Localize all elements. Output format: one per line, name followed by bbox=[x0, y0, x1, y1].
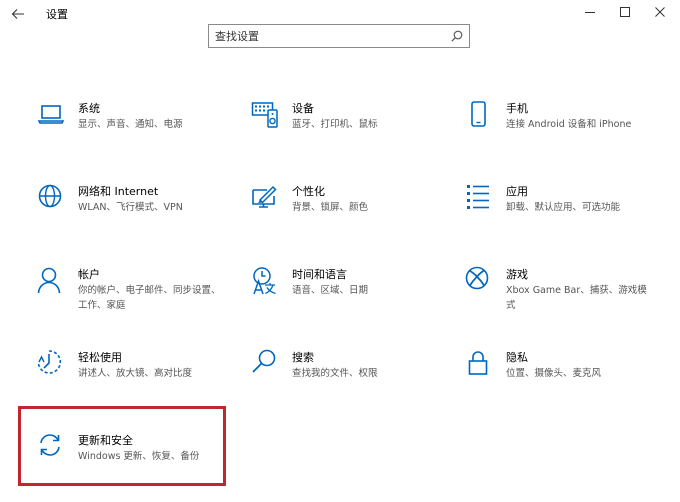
tile-title: 手机 bbox=[506, 102, 528, 115]
tile-search[interactable]: 搜索 查找我的文件、权限 bbox=[250, 349, 450, 419]
ease-of-access-icon bbox=[36, 349, 66, 379]
tile-network[interactable]: 网络和 Internet WLAN、飞行模式、VPN bbox=[36, 183, 236, 253]
tile-title: 系统 bbox=[78, 102, 100, 115]
tile-title: 隐私 bbox=[506, 351, 528, 364]
tile-desc: 讲述人、放大镜、高对比度 bbox=[78, 368, 193, 379]
close-icon bbox=[655, 7, 665, 17]
tile-desc: Xbox Game Bar、捕获、游戏模式 bbox=[506, 285, 647, 311]
time-language-icon bbox=[250, 266, 280, 296]
tile-title: 网络和 Internet bbox=[78, 185, 159, 198]
tile-desc: 语音、区域、日期 bbox=[292, 285, 369, 296]
tile-desc: 查找我的文件、权限 bbox=[292, 368, 378, 379]
tile-privacy[interactable]: 隐私 位置、摄像头、麦克风 bbox=[464, 349, 664, 419]
tile-desc: 你的帐户、电子邮件、同步设置、工作、家庭 bbox=[78, 285, 221, 311]
tile-desc: 位置、摄像头、麦克风 bbox=[506, 368, 602, 379]
tile-title: 更新和安全 bbox=[78, 434, 133, 447]
person-icon bbox=[36, 266, 66, 296]
globe-icon bbox=[36, 183, 66, 213]
search-input[interactable] bbox=[215, 27, 445, 45]
tile-desc: 连接 Android 设备和 iPhone bbox=[506, 119, 632, 130]
tile-time-language[interactable]: 时间和语言 语音、区域、日期 bbox=[250, 266, 450, 336]
tile-desc: 显示、声音、通知、电源 bbox=[78, 119, 183, 130]
minimize-button[interactable] bbox=[578, 2, 602, 22]
tile-title: 个性化 bbox=[292, 185, 325, 198]
tile-personalization[interactable]: 个性化 背景、锁屏、颜色 bbox=[250, 183, 450, 253]
window-title: 设置 bbox=[46, 8, 68, 21]
tile-desc: WLAN、飞行模式、VPN bbox=[78, 202, 183, 213]
tile-desc: 蓝牙、打印机、鼠标 bbox=[292, 119, 378, 130]
tile-title: 游戏 bbox=[506, 268, 528, 281]
maximize-button[interactable] bbox=[613, 2, 637, 22]
maximize-icon bbox=[620, 7, 630, 17]
tile-accounts[interactable]: 帐户 你的帐户、电子邮件、同步设置、工作、家庭 bbox=[36, 266, 236, 336]
tile-update-security[interactable]: 更新和安全 Windows 更新、恢复、备份 bbox=[36, 432, 236, 502]
search-box bbox=[208, 24, 470, 48]
minimize-icon bbox=[585, 12, 595, 13]
search-icon bbox=[250, 349, 280, 379]
tile-title: 轻松使用 bbox=[78, 351, 122, 364]
back-arrow-icon bbox=[11, 9, 24, 19]
tile-desc: 背景、锁屏、颜色 bbox=[292, 202, 369, 213]
tile-title: 设备 bbox=[292, 102, 314, 115]
tile-phone[interactable]: 手机 连接 Android 设备和 iPhone bbox=[464, 100, 664, 170]
lock-icon bbox=[464, 349, 494, 379]
search-icon[interactable] bbox=[450, 29, 464, 43]
close-button[interactable] bbox=[648, 2, 672, 22]
phone-icon bbox=[464, 100, 494, 130]
tile-gaming[interactable]: 游戏 Xbox Game Bar、捕获、游戏模式 bbox=[464, 266, 664, 336]
back-button[interactable] bbox=[8, 4, 28, 24]
tile-title: 时间和语言 bbox=[292, 268, 347, 281]
tile-title: 搜索 bbox=[292, 351, 314, 364]
tile-devices[interactable]: 设备 蓝牙、打印机、鼠标 bbox=[250, 100, 450, 170]
tile-system[interactable]: 系统 显示、声音、通知、电源 bbox=[36, 100, 236, 170]
paintbrush-icon bbox=[250, 183, 280, 213]
laptop-icon bbox=[36, 100, 66, 130]
tile-desc: 卸载、默认应用、可选功能 bbox=[506, 202, 621, 213]
tile-title: 应用 bbox=[506, 185, 528, 198]
keyboard-speaker-icon bbox=[250, 100, 280, 130]
tile-title: 帐户 bbox=[78, 268, 100, 281]
sync-icon bbox=[36, 432, 66, 462]
apps-list-icon bbox=[464, 183, 494, 213]
xbox-icon bbox=[464, 266, 494, 296]
tile-ease-of-access[interactable]: 轻松使用 讲述人、放大镜、高对比度 bbox=[36, 349, 236, 419]
tile-apps[interactable]: 应用 卸载、默认应用、可选功能 bbox=[464, 183, 664, 253]
tile-desc: Windows 更新、恢复、备份 bbox=[78, 451, 200, 462]
